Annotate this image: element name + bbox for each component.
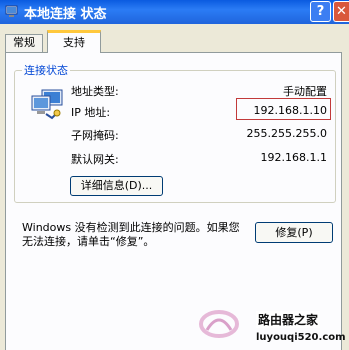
window-title: 本地连接 状态 (24, 7, 107, 22)
ip-address-label: IP 地址: (71, 106, 111, 119)
tab-support[interactable]: 支持 (47, 30, 101, 53)
close-button[interactable]: ✕ (333, 1, 349, 22)
group-title: 连接状态 (22, 62, 70, 78)
default-gateway-label: 默认网关: (71, 153, 119, 166)
default-gateway-value: 192.168.1.1 (260, 151, 327, 164)
details-button[interactable]: 详细信息(D)... (70, 176, 163, 196)
watermark-url: luyouqi520.com (256, 332, 346, 343)
address-type-label: 地址类型: (71, 85, 119, 98)
title-bar[interactable]: 本地连接 状态 ? ✕ (0, 0, 349, 24)
address-type-value: 手动配置 (283, 85, 327, 98)
tab-general[interactable]: 常规 (5, 34, 43, 52)
watermark-logo-icon (199, 310, 239, 338)
watermark-text: 路由器之家 (256, 311, 321, 328)
repair-button[interactable]: 修复(P) (255, 222, 333, 243)
subnet-mask-label: 子网掩码: (71, 129, 119, 142)
network-connection-icon (5, 5, 18, 17)
repair-message: Windows 没有检测到此连接的问题。如果您无法连接，请单击“修复”。 (22, 221, 240, 248)
ip-highlight-box (236, 98, 331, 120)
network-computer-icon (31, 89, 63, 120)
help-button[interactable]: ? (310, 1, 331, 22)
subnet-mask-value: 255.255.255.0 (246, 127, 327, 140)
